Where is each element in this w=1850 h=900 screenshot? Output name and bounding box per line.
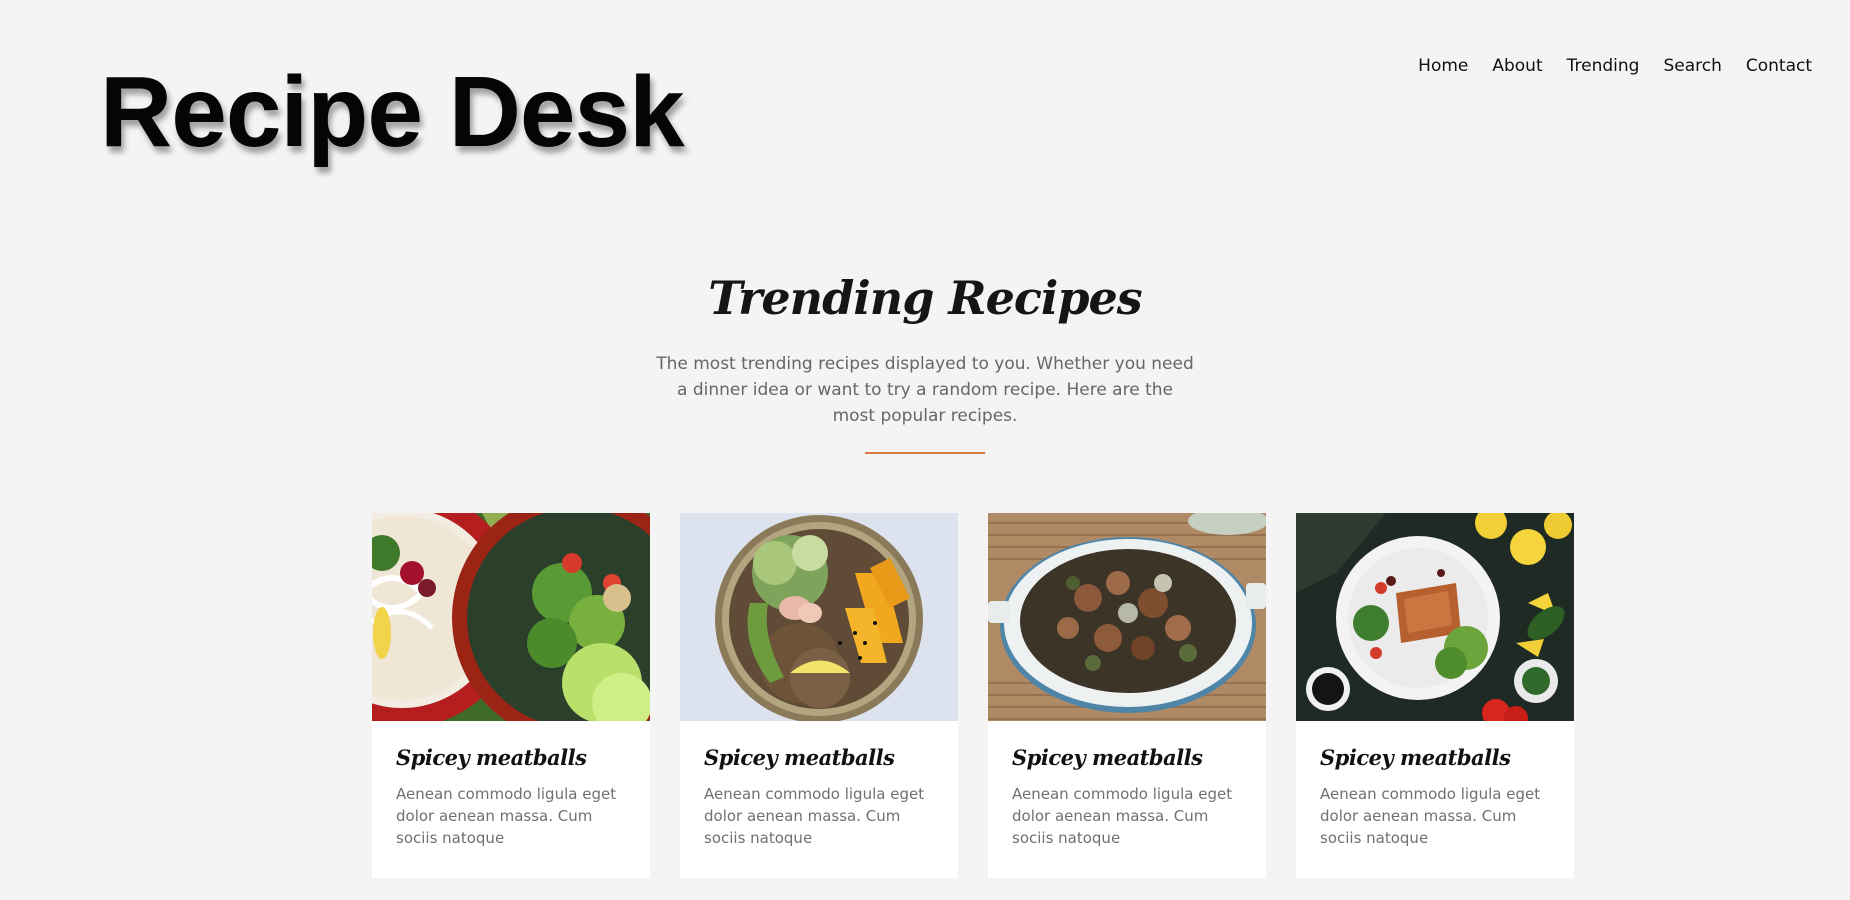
grain-bowl-with-mango-photo bbox=[680, 513, 958, 721]
main-nav: Home About Trending Search Contact bbox=[1406, 52, 1824, 80]
card-body: Spicey meatballs Aenean commodo ligula e… bbox=[372, 721, 650, 849]
recipe-card[interactable]: Spicey meatballs Aenean commodo ligula e… bbox=[988, 513, 1266, 878]
card-text: Aenean commodo ligula eget dolor aenean … bbox=[396, 785, 617, 847]
nav-link-home[interactable]: Home bbox=[1406, 52, 1480, 80]
card-title[interactable]: Spicey meatballs bbox=[1320, 743, 1550, 773]
nav-link-trending[interactable]: Trending bbox=[1555, 52, 1652, 80]
recipe-card[interactable]: Spicey meatballs Aenean commodo ligula e… bbox=[372, 513, 650, 878]
card-text: Aenean commodo ligula eget dolor aenean … bbox=[1012, 785, 1233, 847]
noodle-and-salad-bowls-photo bbox=[372, 513, 650, 721]
card-title[interactable]: Spicey meatballs bbox=[1012, 743, 1242, 773]
accent-divider bbox=[865, 452, 985, 454]
section-title: Trending Recipes bbox=[708, 271, 1142, 325]
nav-link-search[interactable]: Search bbox=[1651, 52, 1733, 80]
card-body: Spicey meatballs Aenean commodo ligula e… bbox=[988, 721, 1266, 849]
card-title[interactable]: Spicey meatballs bbox=[396, 743, 626, 773]
card-text: Aenean commodo ligula eget dolor aenean … bbox=[704, 785, 925, 847]
fish-plate-with-lemons-photo bbox=[1296, 513, 1574, 721]
section-description: The most trending recipes displayed to y… bbox=[656, 354, 1194, 426]
stir-fry-dish-on-mat-photo bbox=[988, 513, 1266, 721]
recipe-card[interactable]: Spicey meatballs Aenean commodo ligula e… bbox=[1296, 513, 1574, 878]
card-body: Spicey meatballs Aenean commodo ligula e… bbox=[1296, 721, 1574, 849]
trending-section: Trending Recipes The most trending recip… bbox=[0, 265, 1850, 454]
card-title[interactable]: Spicey meatballs bbox=[704, 743, 934, 773]
site-header: Recipe Desk Home About Trending Search C… bbox=[0, 0, 1850, 200]
card-text: Aenean commodo ligula eget dolor aenean … bbox=[1320, 785, 1541, 847]
site-logo[interactable]: Recipe Desk bbox=[100, 52, 685, 172]
nav-link-contact[interactable]: Contact bbox=[1734, 52, 1824, 80]
card-body: Spicey meatballs Aenean commodo ligula e… bbox=[680, 721, 958, 849]
nav-link-about[interactable]: About bbox=[1480, 52, 1554, 80]
recipe-card[interactable]: Spicey meatballs Aenean commodo ligula e… bbox=[680, 513, 958, 878]
recipe-cards: Spicey meatballs Aenean commodo ligula e… bbox=[372, 513, 1574, 878]
